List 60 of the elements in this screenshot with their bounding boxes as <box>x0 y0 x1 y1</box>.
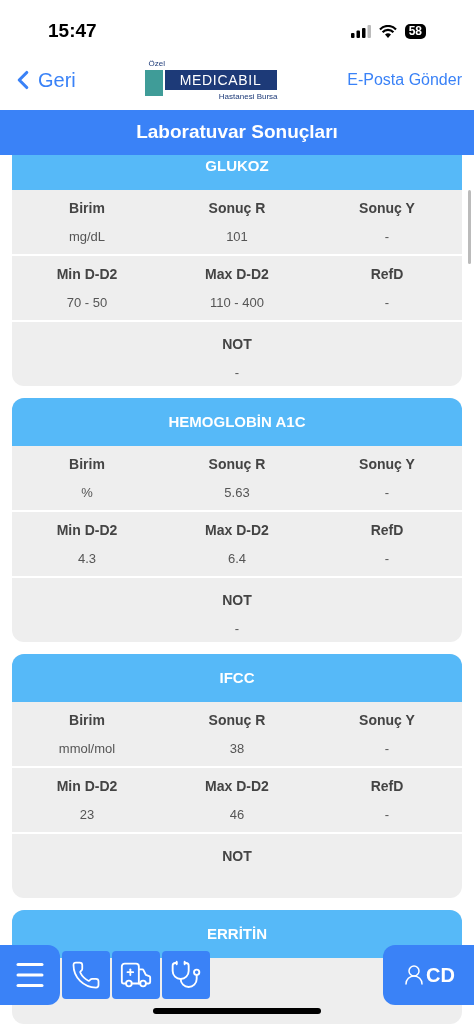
back-button[interactable]: Geri <box>8 65 76 95</box>
signal-icon <box>350 24 371 38</box>
field-label: NOT <box>222 591 252 610</box>
field-value: 46 <box>229 805 245 824</box>
field-value: 70 - 50 <box>66 293 108 312</box>
field-label: RefD <box>370 776 404 796</box>
field-label: Sonuç Y <box>359 454 415 474</box>
field-label: Sonuç Y <box>359 710 415 730</box>
menu-button[interactable] <box>0 945 60 1005</box>
field-label: Sonuç R <box>208 710 266 730</box>
field-label: Sonuç R <box>208 198 266 218</box>
battery-indicator: 58 <box>404 23 426 39</box>
field-label: Sonuç R <box>208 454 266 474</box>
field-label: NOT <box>222 847 252 866</box>
field-label: NOT <box>222 335 252 354</box>
test-name: ERRİTİN <box>207 923 267 944</box>
field-label: Min D-D2 <box>56 264 118 284</box>
stethoscope-icon <box>170 959 202 991</box>
field-value: 6.4 <box>227 549 247 568</box>
field-value: 38 <box>229 739 245 758</box>
field-label: Min D-D2 <box>56 776 118 796</box>
field-value: - <box>234 364 240 382</box>
field-value: % <box>81 483 93 502</box>
field-label: Max D-D2 <box>205 264 269 284</box>
status-time: 15:47 <box>48 18 97 43</box>
field-value: mmol/mol <box>58 739 116 758</box>
field-value: - <box>384 739 390 758</box>
field-label: Min D-D2 <box>56 520 118 540</box>
hospital-logo: Özel MEDICABIL Hastanesi Bursa <box>144 59 279 105</box>
page-title: Laboratuvar Sonuçları <box>136 120 338 145</box>
field-value: 110 - 400 <box>210 293 264 312</box>
field-value: - <box>384 549 390 568</box>
field-label: RefD <box>370 264 404 284</box>
field-value: 101 <box>226 227 248 246</box>
wifi-icon <box>378 24 397 38</box>
field-label: RefD <box>370 520 404 540</box>
field-value: - <box>384 805 390 824</box>
field-value: - <box>384 227 390 246</box>
field-value: - <box>384 293 390 312</box>
test-name: GLUKOZ <box>205 155 269 176</box>
field-value: 23 <box>79 805 95 824</box>
field-label: Birim <box>69 710 105 730</box>
field-value: - <box>384 483 390 502</box>
field-value: 4.3 <box>77 549 97 568</box>
profile-button[interactable]: CD <box>383 945 474 1005</box>
field-value: 5.63 <box>224 483 250 502</box>
call-button[interactable] <box>62 951 110 999</box>
field-label: Birim <box>69 454 105 474</box>
field-value: mg/dL <box>68 227 106 246</box>
test-name: IFCC <box>219 667 255 688</box>
field-label: Sonuç Y <box>359 198 415 218</box>
field-value: - <box>234 620 240 638</box>
field-label: Max D-D2 <box>205 520 269 540</box>
field-label: Birim <box>69 198 105 218</box>
send-email-button[interactable]: E-Posta Gönder <box>347 68 466 92</box>
test-name: HEMOGLOBİN A1C <box>168 411 306 432</box>
phone-icon <box>71 960 101 990</box>
field-label: Max D-D2 <box>205 776 269 796</box>
doctor-button[interactable] <box>162 951 210 999</box>
ambulance-button[interactable] <box>112 951 160 999</box>
